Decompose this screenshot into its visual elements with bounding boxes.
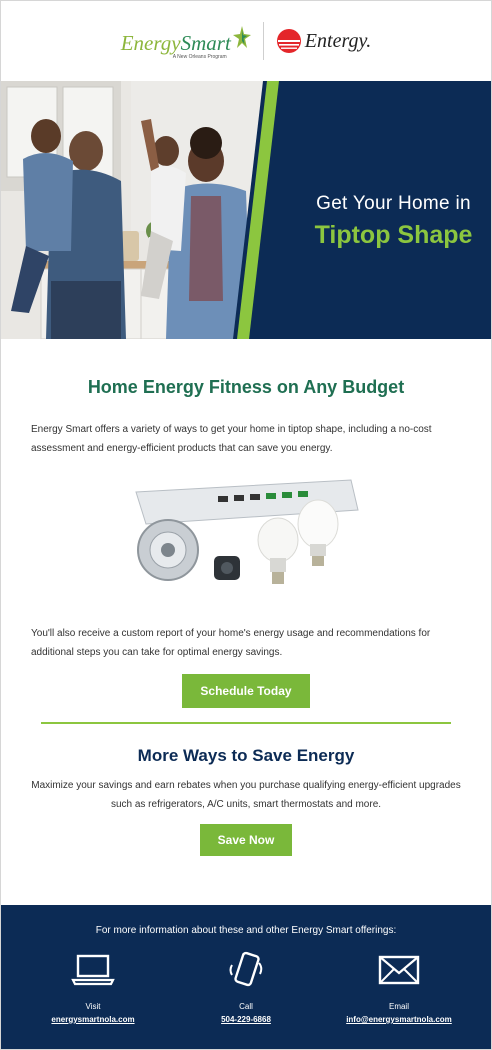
hero-headline: Get Your Home in Tiptop Shape (301, 193, 486, 250)
website-link[interactable]: energysmartnola.com (23, 1015, 163, 1024)
footer-intro: For more information about these and oth… (95, 925, 397, 936)
contact-call-label: Call (239, 1002, 253, 1011)
entergy-wordmark: Entergy. (304, 29, 372, 52)
contact-visit: Visit energysmartnola.com (23, 950, 163, 1024)
header: EnergySmart A New Orleans Program Enterg… (1, 1, 491, 81)
section1-title: Home Energy Fitness on Any Budget (87, 377, 405, 397)
footer: For more information about these and oth… (1, 905, 491, 1049)
contact-call: Call 504-229-6868 (176, 950, 316, 1024)
entergy-logo[interactable]: Entergy. (276, 28, 371, 54)
contact-email-label: Email (388, 1002, 409, 1011)
schedule-today-button[interactable]: Schedule Today (182, 674, 310, 708)
email-link[interactable]: info@energysmartnola.com (329, 1015, 469, 1024)
section1-intro: Energy Smart offers a variety of ways to… (31, 424, 432, 454)
envelope-icon (378, 955, 420, 985)
phone-link[interactable]: 504-229-6868 (176, 1015, 316, 1024)
contact-list: Visit energysmartnola.com Call 504-229-6… (1, 950, 491, 1024)
hero-line2: Tiptop Shape (314, 221, 473, 249)
section-divider (41, 722, 451, 724)
hero-banner: Get Your Home in Tiptop Shape (1, 81, 491, 339)
contact-email: Email info@energysmartnola.com (329, 950, 469, 1024)
energy-smart-wordmark: EnergySmart (120, 31, 231, 55)
save-now-button[interactable]: Save Now (200, 824, 292, 856)
section2-title: More Ways to Save Energy (137, 746, 355, 765)
phone-icon (229, 951, 263, 987)
entergy-globe-icon (276, 29, 301, 53)
energy-products-image (135, 479, 359, 584)
section1-report: You'll also receive a custom report of y… (31, 628, 431, 658)
email-page: EnergySmart A New Orleans Program Enterg… (0, 0, 492, 1050)
hero-line1: Get Your Home in (316, 193, 471, 214)
energy-smart-tagline: A New Orleans Program (172, 54, 227, 60)
contact-visit-label: Visit (85, 1002, 101, 1011)
laptop-icon (71, 954, 115, 986)
family-photo (1, 81, 281, 339)
energy-smart-logo[interactable]: EnergySmart A New Orleans Program (120, 26, 251, 60)
section2-text: Maximize your savings and earn rebates w… (31, 780, 461, 810)
logo-divider (262, 22, 264, 60)
energy-smart-star-icon (232, 26, 251, 48)
